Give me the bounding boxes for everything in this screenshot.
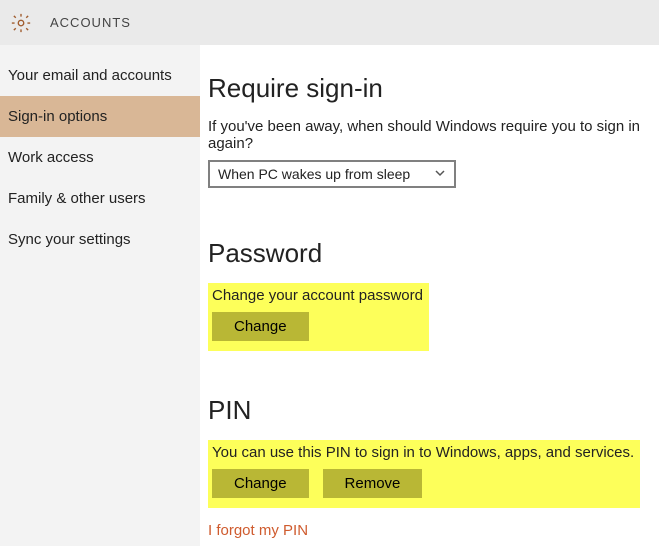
header-bar: ACCOUNTS	[0, 0, 659, 45]
header-title: ACCOUNTS	[50, 15, 131, 30]
password-highlight: Change your account password Change	[208, 283, 429, 351]
nav-email[interactable]: Your email and accounts	[0, 55, 200, 96]
password-desc: Change your account password	[212, 287, 423, 304]
pin-heading: PIN	[208, 395, 659, 426]
forgot-pin-link[interactable]: I forgot my PIN	[208, 522, 308, 539]
password-heading: Password	[208, 238, 659, 269]
pin-highlight: You can use this PIN to sign in to Windo…	[208, 440, 640, 508]
settings-icon	[10, 12, 32, 34]
require-signin-heading: Require sign-in	[208, 73, 659, 104]
pin-remove-button[interactable]: Remove	[323, 469, 423, 498]
pin-change-button[interactable]: Change	[212, 469, 309, 498]
sidebar: Your email and accounts Sign-in options …	[0, 45, 200, 546]
nav-work[interactable]: Work access	[0, 137, 200, 178]
select-value: When PC wakes up from sleep	[218, 166, 410, 182]
require-signin-select[interactable]: When PC wakes up from sleep	[208, 160, 456, 188]
password-change-button[interactable]: Change	[212, 312, 309, 341]
pin-desc: You can use this PIN to sign in to Windo…	[212, 444, 634, 461]
chevron-down-icon	[434, 166, 446, 182]
require-signin-desc: If you've been away, when should Windows…	[208, 118, 659, 152]
nav-family[interactable]: Family & other users	[0, 178, 200, 219]
content-pane: Require sign-in If you've been away, whe…	[200, 45, 659, 546]
nav-sync[interactable]: Sync your settings	[0, 219, 200, 260]
nav-signin[interactable]: Sign-in options	[0, 96, 200, 137]
